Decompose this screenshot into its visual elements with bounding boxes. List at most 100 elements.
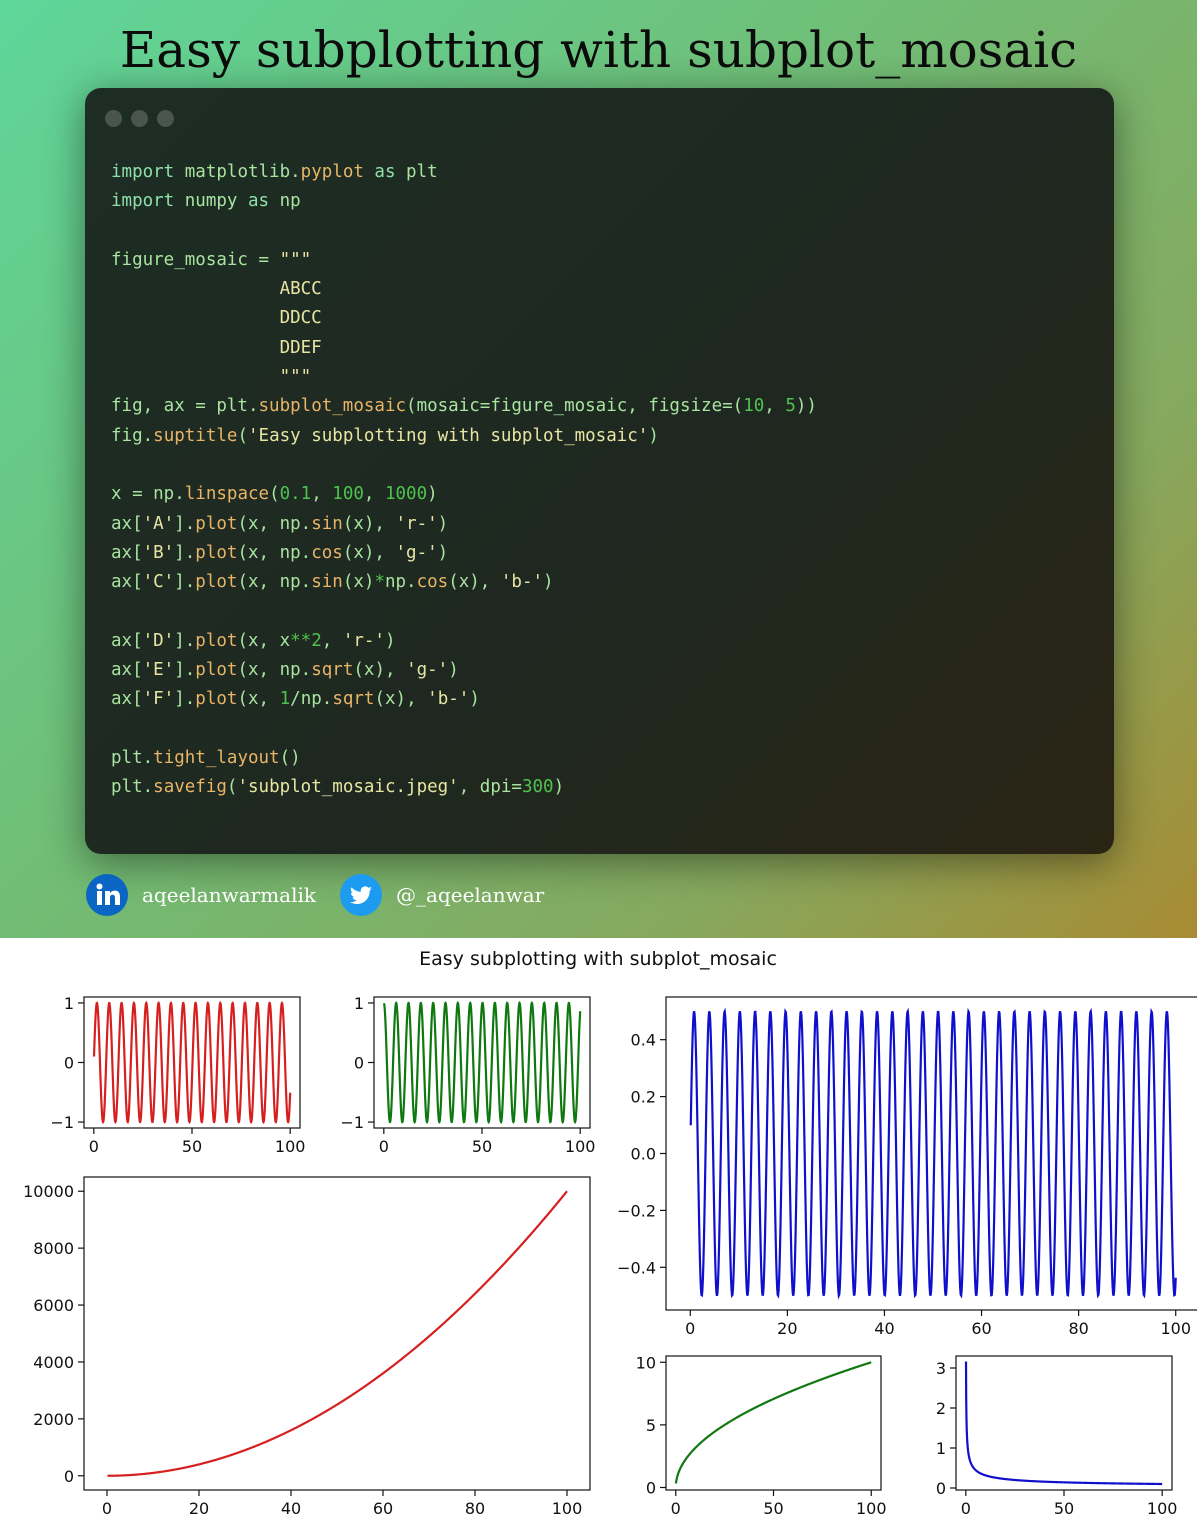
- code-token: ax[: [111, 630, 143, 651]
- y-tick-label-D: 4000: [33, 1353, 74, 1372]
- code-token: ,: [311, 484, 333, 505]
- code-token: (x),: [342, 513, 396, 534]
- code-token: cos: [311, 542, 343, 563]
- x-tick-label-C: 20: [777, 1319, 797, 1338]
- code-token: 'r-': [342, 630, 385, 651]
- code-token: suptitle: [153, 425, 238, 446]
- code-line: ax['D'].plot(x, x**2, 'r-'): [111, 627, 817, 656]
- x-tick-label-D: 40: [281, 1499, 301, 1518]
- poster-title: Easy subplotting with subplot_mosaic: [119, 21, 1078, 79]
- code-token: 'b-': [500, 572, 544, 593]
- code-token: ].: [174, 660, 196, 681]
- code-token: (x),: [342, 542, 396, 563]
- linkedin-link[interactable]: aqeelanwarmalik: [86, 872, 316, 918]
- code-token: *: [374, 572, 385, 593]
- x-tick-label-F: 100: [1147, 1499, 1178, 1518]
- code-token: DDCC: [111, 308, 322, 329]
- code-token: 10: [743, 396, 765, 417]
- window-dot-icon: [157, 110, 174, 127]
- series-line-F: [964, 1361, 1163, 1486]
- code-token: (: [269, 484, 280, 505]
- x-tick-label-D: 80: [465, 1499, 485, 1518]
- code-token: plot: [195, 572, 238, 593]
- poster-banner: Easy subplotting with subplot_mosaic imp…: [0, 0, 1197, 938]
- code-token: plt.: [111, 747, 154, 768]
- code-line: ax['B'].plot(x, np.cos(x), 'g-'): [111, 539, 817, 568]
- x-tick-label-B: 50: [472, 1137, 492, 1156]
- code-token: , dpi=: [458, 777, 522, 798]
- code-token: (: [237, 425, 248, 446]
- code-token: (: [226, 777, 238, 798]
- code-token: figure_mosaic =: [111, 249, 280, 270]
- x-tick-label-A: 0: [89, 1137, 99, 1156]
- axes-A: 0 50 100 −1 0 1: [50, 994, 305, 1156]
- figure-canvas: Easy subplotting with subplot_mosaic0 50 1…: [23, 948, 1197, 1518]
- code-line: figure_mosaic = """: [111, 246, 817, 275]
- code-line: ABCC: [111, 275, 817, 304]
- axes-B: 0 50 100 −1 0 1: [340, 994, 595, 1156]
- code-line: fig.suptitle('Easy subplotting with subp…: [111, 422, 817, 451]
- y-tick-label-A: 0: [64, 1054, 74, 1073]
- axes-D: 0 20 40 60 80 100 0 2000 4000 6000 8000 10000: [23, 1176, 591, 1518]
- code-token: ): [427, 484, 438, 505]
- code-block: import matplotlib.pyplot as plt import nu…: [111, 158, 817, 803]
- y-tick-label-A: −1: [50, 1113, 74, 1132]
- code-token: ABCC: [111, 279, 322, 300]
- y-tick-label-D: 6000: [33, 1296, 74, 1315]
- x-tick-label-A: 50: [182, 1137, 202, 1156]
- code-token: (x),: [374, 689, 428, 710]
- code-token: 'D': [142, 630, 175, 651]
- y-tick-label-D: 10000: [23, 1182, 74, 1201]
- code-token: """: [111, 367, 312, 388]
- code-token: ax[: [111, 660, 143, 681]
- code-line: DDEF: [111, 334, 817, 363]
- code-token: ].: [174, 513, 196, 534]
- code-line: import numpy as np: [111, 187, 817, 216]
- y-tick-label-B: 1: [354, 994, 364, 1013]
- x-tick-label-C: 0: [685, 1319, 695, 1338]
- x-tick-label-C: 80: [1068, 1319, 1088, 1338]
- x-tick-label-C: 100: [1160, 1319, 1191, 1338]
- linkedin-icon: [86, 874, 128, 916]
- code-token: (x, np.: [237, 542, 312, 563]
- code-token: ,: [363, 484, 385, 505]
- code-token: (): [279, 747, 301, 768]
- x-tick-label-D: 100: [552, 1499, 583, 1518]
- series-line-D: [107, 1190, 568, 1477]
- code-token: savefig: [153, 777, 227, 798]
- code-token: 'subplot_mosaic.jpeg': [237, 777, 459, 798]
- axes-E: 0 50 100 0 5 10: [636, 1353, 887, 1518]
- y-tick-label-A: 1: [64, 994, 74, 1013]
- code-line: plt.savefig('subplot_mosaic.jpeg', dpi=3…: [111, 773, 817, 802]
- code-token: 'Easy subplotting with subplot_mosaic': [248, 425, 649, 446]
- code-token: ].: [174, 542, 196, 563]
- x-tick-label-D: 0: [102, 1499, 112, 1518]
- code-token: """: [279, 249, 312, 270]
- code-token: sqrt: [332, 689, 375, 710]
- code-line: """: [111, 363, 817, 392]
- twitter-link[interactable]: @_aqeelanwar: [340, 872, 544, 918]
- code-token: ): [437, 542, 449, 563]
- series-line-B: [382, 1000, 582, 1125]
- code-token: 0.1: [279, 484, 312, 505]
- y-tick-label-C: 0.4: [631, 1031, 656, 1050]
- y-tick-label-E: 0: [646, 1478, 656, 1497]
- x-tick-label-D: 20: [189, 1499, 209, 1518]
- code-token: pyplot: [300, 162, 364, 182]
- code-token: (x, np.: [237, 513, 312, 534]
- x-tick-label-C: 40: [874, 1319, 894, 1338]
- code-token: tight_layout: [153, 747, 280, 768]
- code-line: import matplotlib.pyplot as plt: [111, 158, 817, 187]
- y-tick-label-D: 8000: [33, 1239, 74, 1258]
- x-tick-label-E: 100: [856, 1499, 887, 1518]
- code-window: import matplotlib.pyplot as plt import nu…: [85, 88, 1114, 854]
- x-tick-label-B: 0: [379, 1137, 389, 1156]
- code-token: ].: [174, 689, 196, 710]
- x-tick-label-E: 0: [671, 1499, 681, 1518]
- code-token: 100: [332, 484, 364, 505]
- code-token: plot: [195, 542, 238, 563]
- code-token: linspace: [184, 484, 270, 505]
- y-tick-label-F: 1: [936, 1439, 946, 1458]
